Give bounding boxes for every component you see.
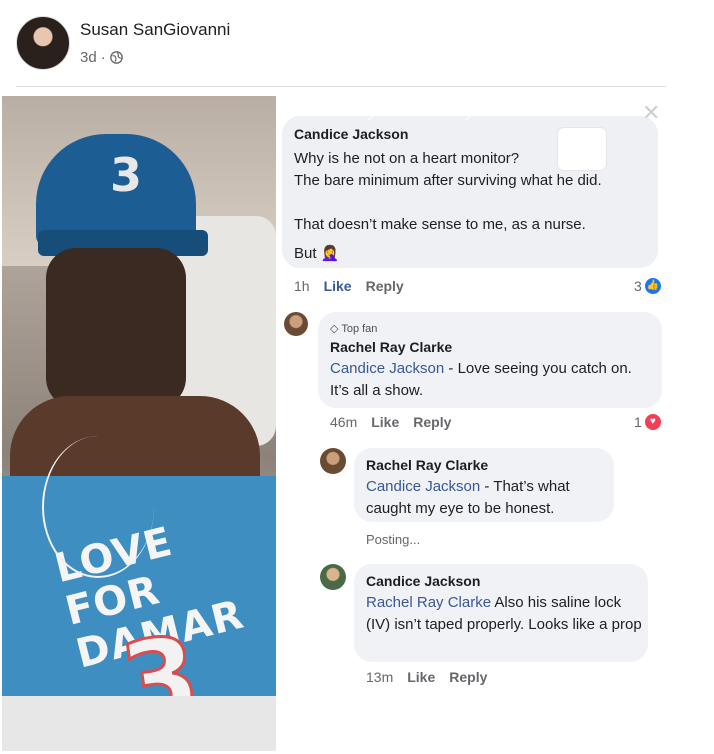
comment-bubble-1: Candice Jackson Why is he not on a heart…	[282, 116, 658, 268]
photo-oxygen-tube	[42, 436, 154, 578]
post-meta: 3d ·	[80, 49, 123, 66]
cap-number: 3	[110, 148, 143, 202]
diamond-icon: ◇	[330, 323, 339, 335]
reply-link: Reply	[365, 278, 404, 294]
thumbs-up-icon: 👍	[644, 278, 661, 294]
like-link: Like	[407, 669, 436, 685]
reply-link: Reply	[413, 414, 452, 430]
hospital-photo: 3 LOVE FOR DAMAR 3	[2, 96, 276, 751]
like-link: Like	[371, 414, 400, 430]
top-fan-badge: ◇ Top fan	[330, 322, 377, 335]
reaction-number: 1	[634, 414, 642, 430]
photo-face	[46, 248, 186, 408]
globe-icon[interactable]	[109, 51, 123, 64]
comment-line: That doesn’t make sense to me, as a nurs…	[294, 216, 586, 233]
image-placeholder-icon	[558, 128, 606, 170]
mention-link: Rachel Ray Clarke	[366, 594, 492, 611]
commenter-avatar	[320, 448, 346, 474]
reaction-count: 3 👍	[634, 278, 661, 294]
commenter-avatar	[320, 564, 346, 590]
comment-text: Rachel Ray Clarke Also his saline lock (…	[366, 592, 644, 636]
commenter-avatar	[284, 312, 308, 336]
comment-text: Candice Jackson - That’s what caught my …	[366, 476, 610, 520]
author-avatar[interactable]	[16, 16, 70, 70]
comment-line: Why is he not on a heart monitor?	[294, 150, 520, 167]
mention-link: Candice Jackson	[366, 478, 481, 495]
comment-time: 1h	[294, 278, 310, 294]
reaction-count: 1 ♥	[634, 414, 661, 430]
like-link: Like	[323, 278, 352, 294]
comment-actions: 46m Like Reply	[330, 414, 451, 430]
comment-time: 46m	[330, 414, 358, 430]
post-image[interactable]: 3 LOVE FOR DAMAR 3 Candice Jackson Why i…	[0, 96, 714, 754]
close-icon: ✕	[642, 100, 661, 125]
posting-status: Posting...	[366, 532, 421, 547]
heart-icon: ♥	[644, 414, 661, 430]
comment-screenshot: Candice Jackson Why is he not on a heart…	[276, 96, 668, 754]
author-name[interactable]: Susan SanGiovanni	[80, 20, 230, 40]
comment-author: Rachel Ray Clarke	[330, 339, 453, 355]
comment-text: Candice Jackson - Love seeing you catch …	[330, 358, 654, 402]
comment-author: Rachel Ray Clarke	[366, 457, 489, 473]
comment-line: But 🤦‍♀️	[294, 245, 340, 262]
photo-blanket	[2, 696, 276, 751]
comment-time: 13m	[366, 669, 394, 685]
comment-author: Candice Jackson	[294, 126, 409, 142]
comment-actions: 13m Like Reply	[366, 669, 487, 685]
meta-separator: ·	[100, 49, 106, 66]
notification-text: Rachel Ray Clarke to you 9m	[280, 100, 528, 120]
reaction-number: 3	[634, 278, 642, 294]
comment-line: The bare minimum after surviving what he…	[294, 172, 602, 189]
top-fan-label: Top fan	[341, 323, 378, 335]
comment-author: Candice Jackson	[366, 573, 481, 589]
header-divider	[16, 86, 666, 87]
post-header: Susan SanGiovanni 3d ·	[16, 14, 696, 74]
mention-link: Candice Jackson	[330, 360, 445, 377]
reply-link: Reply	[449, 669, 488, 685]
post-time[interactable]: 3d	[80, 49, 97, 66]
comment-actions: 1h Like Reply	[294, 278, 404, 294]
